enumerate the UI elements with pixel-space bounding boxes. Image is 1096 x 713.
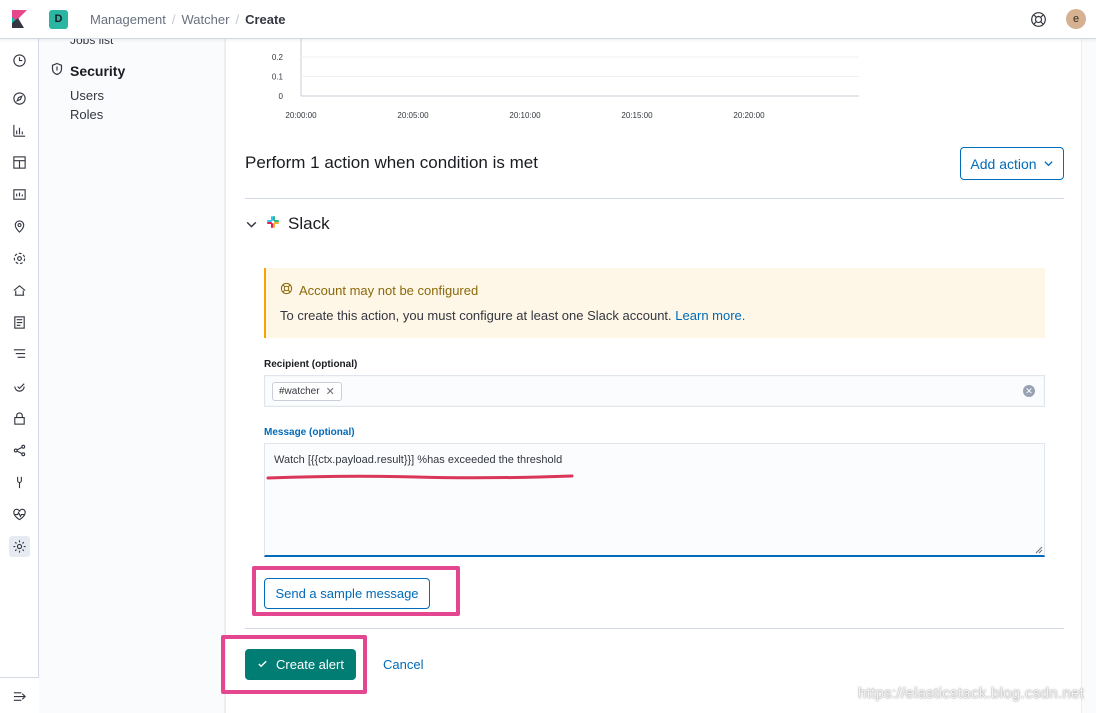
close-icon[interactable]: ✕ [326,385,335,398]
create-alert-button[interactable]: Create alert [245,649,356,680]
condition-chart: 0.2 0.1 0 20:00:00 20:05:00 20:10:00 20:15:00 2… [226,39,1083,139]
collapse-menu-icon[interactable] [11,688,28,705]
space-avatar[interactable]: D [49,10,68,29]
y-tick-label: 0.2 [272,53,284,62]
cancel-button[interactable]: Cancel [383,657,423,672]
red-annotation-underline [266,474,574,480]
breadcrumb-create: Create [245,12,286,27]
management-icon[interactable] [9,536,30,557]
breadcrumb-watcher[interactable]: Watcher [182,12,230,27]
divider [245,198,1064,199]
chevron-down-icon [1043,156,1054,172]
message-label: Message (optional) [264,427,355,438]
add-action-button[interactable]: Add action [960,147,1064,180]
uptime-icon[interactable] [11,378,28,395]
resize-handle-icon[interactable] [1035,546,1043,554]
y-tick-label: 0.1 [272,73,284,82]
nav-collapse-bar [0,677,39,713]
recipient-pill-text: #watcher [279,386,320,397]
clear-icon[interactable]: ✕ [1023,385,1035,397]
callout-body: To create this action, you must configur… [280,308,745,323]
maps-icon[interactable] [11,218,28,235]
slack-action-title: Slack [288,214,330,233]
add-action-label: Add action [970,155,1037,172]
warning-callout: Account may not be configured To create … [264,268,1045,338]
canvas-icon[interactable] [11,186,28,203]
callout-body-text: To create this action, you must configur… [280,308,672,323]
dev-tools-icon[interactable] [11,474,28,491]
callout-title: Account may not be configured [280,282,478,298]
watermark-text: https://elasticstack.blog.csdn.net [858,685,1085,702]
breadcrumb-management[interactable]: Management [90,12,166,27]
check-icon [257,657,268,672]
watch-form-panel: 0.2 0.1 0 20:00:00 20:05:00 20:10:00 20:15:00 2… [221,39,1083,713]
slack-logo-icon [266,215,280,234]
message-text: Watch [{{ctx.payload.result}}] %has exce… [274,454,563,466]
x-tick-label: 20:20:00 [733,111,765,120]
help-icon[interactable] [1030,11,1047,28]
send-sample-message-button[interactable]: Send a sample message [264,578,430,609]
dashboard-icon[interactable] [11,154,28,171]
x-tick-label: 20:00:00 [285,111,317,120]
sidebar-item-roles[interactable]: Roles [70,107,103,122]
message-textarea[interactable]: Watch [{{ctx.payload.result}}] %has exce… [264,443,1045,557]
chevron-down-icon[interactable] [245,218,258,231]
compass-icon[interactable] [11,90,28,107]
shield-icon [50,62,64,79]
breadcrumb-separator: / [171,12,176,27]
recipient-pill: #watcher ✕ [272,382,342,401]
kibana-logo-icon[interactable] [9,9,29,29]
sidebar-section-security: Security [50,62,125,79]
recipient-combobox[interactable]: #watcher ✕ ✕ [264,375,1045,407]
nav-rail [0,39,39,713]
chart-svg: 0.2 0.1 0 20:00:00 20:05:00 20:10:00 20:15:00 2… [272,39,859,120]
infrastructure-icon[interactable] [11,282,28,299]
divider [245,628,1064,629]
user-avatar[interactable]: e [1066,9,1086,29]
ml-icon[interactable] [11,250,28,267]
y-tick-label: 0 [279,92,284,101]
sidebar-section-title: Security [70,62,126,79]
x-tick-label: 20:05:00 [397,111,429,120]
monitoring-icon[interactable] [11,506,28,523]
breadcrumb: Management / Watcher / Create [90,12,286,27]
apm-icon[interactable] [11,346,28,363]
help-icon [280,282,293,298]
logs-icon[interactable] [11,314,28,331]
slack-action-accordion[interactable]: Slack [245,214,330,234]
breadcrumb-separator: / [235,12,240,27]
recipient-label: Recipient (optional) [264,359,358,370]
sidebar-item-users[interactable]: Users [70,88,104,103]
actions-title: Perform 1 action when condition is met [245,153,538,172]
visualize-icon[interactable] [11,122,28,139]
clock-icon[interactable] [11,52,28,69]
top-header: D Management / Watcher / Create e [0,0,1096,39]
learn-more-link[interactable]: Learn more. [675,308,745,323]
callout-title-text: Account may not be configured [299,282,479,298]
management-sidebar: Jobs list Security Users Roles [39,33,225,713]
x-tick-label: 20:15:00 [621,111,653,120]
siem-icon[interactable] [11,410,28,427]
create-alert-label: Create alert [276,657,344,672]
graph-icon[interactable] [11,442,28,459]
x-tick-label: 20:10:00 [509,111,541,120]
